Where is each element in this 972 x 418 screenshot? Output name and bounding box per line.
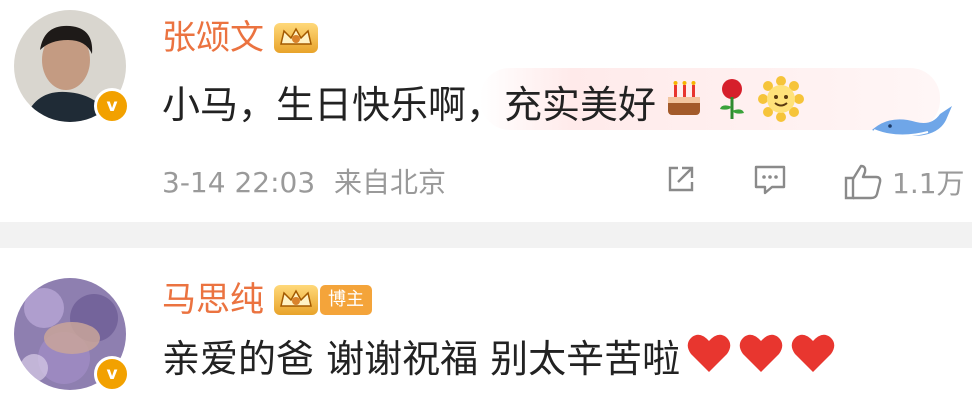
verified-badge-icon: v	[94, 356, 130, 392]
share-button[interactable]	[664, 162, 698, 196]
comment-meta: 3-14 22:03 来自北京	[162, 166, 446, 200]
whale-decoration-icon	[868, 96, 954, 146]
comment-text: 小马，生日快乐啊，充实美好	[162, 76, 805, 134]
avatar[interactable]: v	[14, 278, 130, 392]
rose-emoji	[712, 77, 752, 133]
comment-text: 亲爱的爸 谢谢祝福 别太辛苦啦	[162, 332, 836, 386]
heart-emoji	[738, 332, 784, 386]
crown-badge-icon	[274, 23, 318, 53]
reply-button[interactable]	[752, 162, 788, 196]
source-location: 来自北京	[334, 166, 447, 199]
username[interactable]: 马思纯	[162, 278, 264, 322]
thumbs-up-icon	[842, 162, 884, 202]
heart-emoji	[686, 332, 732, 386]
share-icon	[664, 162, 698, 196]
comment-item: v 马思纯 博主 亲爱的爸 谢谢祝福 别太辛苦啦	[0, 248, 972, 418]
sun-smile-emoji	[758, 76, 805, 134]
comment-body: 小马，生日快乐啊，充实美好	[162, 83, 657, 127]
cake-emoji	[662, 77, 706, 133]
like-button[interactable]: 1.1万	[842, 162, 965, 202]
comment-item: v 张颂文 小马，生日快乐啊，充实美好 3-14 22:03 来自北京 1.1万	[0, 0, 972, 222]
timestamp: 3-14 22:03	[162, 166, 316, 199]
comment-divider	[0, 222, 972, 248]
username[interactable]: 张颂文	[162, 16, 264, 60]
comment-header: 张颂文	[162, 16, 318, 60]
avatar[interactable]: v	[14, 10, 130, 124]
like-count: 1.1万	[892, 167, 965, 200]
comment-icon	[752, 162, 788, 196]
crown-badge-icon	[274, 285, 318, 315]
comment-body: 亲爱的爸 谢谢祝福 别太辛苦啦	[162, 337, 681, 381]
verified-badge-icon: v	[94, 88, 130, 124]
comment-header: 马思纯 博主	[162, 278, 372, 322]
blogger-badge: 博主	[320, 285, 372, 315]
heart-emoji	[790, 332, 836, 386]
